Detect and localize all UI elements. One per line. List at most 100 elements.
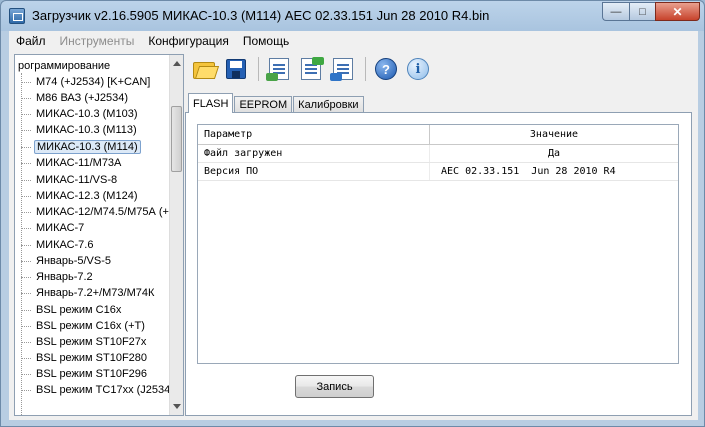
tree-item[interactable]: Январь-7.2+/М73/М74К	[21, 285, 156, 301]
info-icon: i	[407, 58, 429, 80]
tree-item-label: BSL режим ST10F280	[36, 352, 148, 364]
tree-item-label: BSL режим ST10F296	[36, 368, 148, 380]
tree-branch-line	[21, 389, 31, 391]
tree-item-label: МИКАС-7.6	[36, 239, 94, 251]
tree-branch-line	[21, 260, 31, 262]
ecu-tree[interactable]: рограммирование М74 (+J2534) [K+CAN] М86…	[14, 54, 184, 416]
tree-item-label: МИКАС-10.3 (М103)	[36, 108, 138, 120]
scroll-up-icon[interactable]	[173, 61, 181, 66]
window-controls: — □ ✕	[602, 2, 700, 21]
maximize-button[interactable]: □	[629, 2, 655, 21]
tree-item[interactable]: BSL режим C16x	[21, 302, 123, 318]
menu-file[interactable]: Файл	[9, 34, 53, 48]
tree-item[interactable]: МИКАС-7.6	[21, 237, 95, 253]
parameters-grid[interactable]: Параметр Значение Файл загружен Да Верси…	[197, 124, 679, 364]
menu-bar: Файл Инструменты Конфигурация Помощь	[9, 31, 698, 51]
scroll-down-icon[interactable]	[173, 404, 181, 409]
tree-item[interactable]: МИКАС-12.3 (М124)	[21, 188, 140, 204]
tree-item[interactable]: М86 ВАЗ (+J2534)	[21, 90, 130, 106]
compare-button[interactable]	[329, 55, 357, 83]
toolbar: ? i	[190, 54, 690, 84]
tab-strip: FLASH EEPROM Калибровки	[188, 93, 365, 113]
tree-item[interactable]: BSL режим ST10F280	[21, 350, 149, 366]
tree-item[interactable]: Январь-5/VS-5	[21, 253, 113, 269]
table-row[interactable]: Файл загружен Да	[198, 145, 678, 163]
tree-branch-line	[21, 357, 31, 359]
window-title: Загрузчик v2.16.5905 МИКАС-10.3 (М114) А…	[32, 8, 490, 23]
cell-value: AEC 02.33.151 Jun 28 2010 R4	[441, 166, 616, 177]
open-file-button[interactable]	[190, 55, 218, 83]
tree-branch-line	[21, 227, 31, 229]
tree-item-label: BSL режим C16x (+T)	[36, 320, 145, 332]
tree-item[interactable]: Январь-7.2	[21, 269, 95, 285]
document-compare-icon	[330, 58, 353, 81]
table-row[interactable]: Версия ПО AEC 02.33.151 Jun 28 2010 R4	[198, 163, 678, 181]
tree-item-label: МИКАС-12/М74.5/М75А (+	[36, 206, 169, 218]
tree-item[interactable]: BSL режим ST10F296	[21, 366, 149, 382]
tree-item[interactable]: МИКАС-10.3 (М103)	[21, 106, 140, 122]
close-button[interactable]: ✕	[655, 2, 700, 21]
cell-parameter: Файл загружен	[198, 145, 430, 162]
transfer-button[interactable]	[297, 55, 325, 83]
tree-item-label: М86 ВАЗ (+J2534)	[36, 92, 129, 104]
tree-item[interactable]: BSL режим ST10F27x	[21, 334, 148, 350]
tree-branch-line	[21, 373, 31, 375]
menu-configuration[interactable]: Конфигурация	[141, 34, 236, 48]
toolbar-separator	[258, 57, 259, 81]
read-ecu-button[interactable]	[265, 55, 293, 83]
tree-item-label: МИКАС-11/М73А	[36, 157, 122, 169]
tree-item-selected[interactable]: МИКАС-10.3 (М114)	[21, 139, 141, 155]
tree-item-label: Январь-7.2+/М73/М74К	[36, 287, 155, 299]
tree-scrollbar[interactable]	[169, 55, 183, 415]
tree-branch-line	[21, 309, 31, 311]
tree-branch-line	[21, 162, 31, 164]
tree-item-label: М74 (+J2534) [K+CAN]	[36, 76, 151, 88]
document-transfer-icon	[301, 57, 324, 80]
tree-branch-line	[21, 113, 31, 115]
folder-open-icon	[193, 60, 215, 79]
app-icon	[9, 8, 25, 24]
tree-item-label: МИКАС-10.3 (М113)	[36, 124, 137, 136]
tree-root[interactable]: рограммирование	[18, 60, 110, 72]
tree-item-label: BSL режим C16x	[36, 304, 122, 316]
write-button[interactable]: Запись	[295, 375, 374, 398]
menu-tools[interactable]: Инструменты	[53, 34, 142, 48]
title-bar[interactable]: Загрузчик v2.16.5905 МИКАС-10.3 (М114) А…	[1, 1, 704, 31]
column-header-value[interactable]: Значение	[430, 125, 678, 144]
tree-item-label: Январь-7.2	[36, 271, 93, 283]
help-icon: ?	[375, 58, 397, 80]
minimize-button[interactable]: —	[602, 2, 629, 21]
tab-flash[interactable]: FLASH	[188, 93, 234, 113]
tree-item[interactable]: МИКАС-10.3 (М113)	[21, 122, 139, 138]
tree-branch-line	[21, 325, 31, 327]
toolbar-separator	[365, 57, 366, 81]
tree-item[interactable]: МИКАС-11/VS-8	[21, 172, 119, 188]
save-disk-icon	[226, 59, 246, 79]
tree-item[interactable]: BSL режим TC17xx (J2534)	[21, 382, 176, 398]
tree-item[interactable]: М74 (+J2534) [K+CAN]	[21, 74, 152, 90]
app-window: Загрузчик v2.16.5905 МИКАС-10.3 (М114) А…	[0, 0, 705, 427]
tree-item[interactable]: МИКАС-12/М74.5/М75А (+	[21, 204, 171, 220]
tree-item[interactable]: МИКАС-7	[21, 220, 86, 236]
tree-item[interactable]: МИКАС-11/М73А	[21, 155, 123, 171]
tree-item-label: BSL режим TC17xx (J2534)	[36, 384, 174, 396]
help-button[interactable]: ?	[372, 55, 400, 83]
tab-calibrations[interactable]: Калибровки	[293, 96, 364, 113]
menu-help[interactable]: Помощь	[236, 34, 296, 48]
save-file-button[interactable]	[222, 55, 250, 83]
scroll-thumb[interactable]	[171, 106, 182, 172]
tab-eeprom[interactable]: EEPROM	[234, 96, 293, 113]
cell-parameter: Версия ПО	[198, 163, 430, 180]
tree-item[interactable]: BSL режим C16x (+T)	[21, 318, 147, 334]
tree-branch-line	[21, 129, 31, 131]
column-header-parameter[interactable]: Параметр	[198, 125, 430, 144]
tree-branch-line	[21, 244, 31, 246]
client-area: рограммирование М74 (+J2534) [K+CAN] М86…	[9, 51, 698, 420]
tree-branch-line	[21, 179, 31, 181]
tree-branch-line	[21, 292, 31, 294]
document-edit-icon	[266, 58, 289, 81]
flash-tab-panel: Параметр Значение Файл загружен Да Верси…	[185, 112, 692, 416]
tree-item-label: МИКАС-12.3 (М124)	[36, 190, 138, 202]
info-button[interactable]: i	[404, 55, 432, 83]
tree-item-label: МИКАС-10.3 (М114)	[34, 140, 141, 154]
